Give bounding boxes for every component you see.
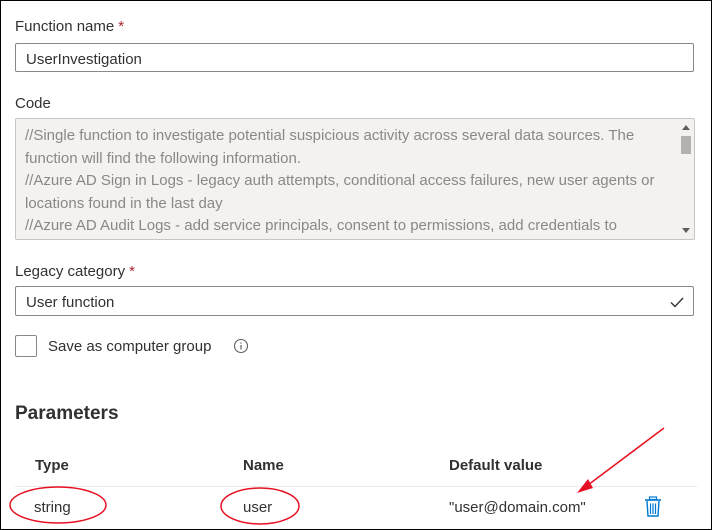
- delete-icon[interactable]: [643, 496, 663, 518]
- column-header-default-value: Default value: [449, 457, 543, 474]
- function-name-label-text: Function name: [15, 18, 115, 35]
- save-as-computer-group-label: Save as computer group: [48, 338, 212, 355]
- legacy-category-label-text: Legacy category: [15, 263, 126, 280]
- function-name-input[interactable]: UserInvestigation: [15, 43, 694, 72]
- scroll-down-icon[interactable]: [682, 228, 690, 233]
- scroll-up-icon[interactable]: [682, 125, 690, 130]
- legacy-category-select[interactable]: User function: [15, 286, 694, 316]
- param-type-cell[interactable]: string: [34, 499, 71, 516]
- column-header-name: Name: [243, 457, 284, 474]
- code-scrollbar[interactable]: [678, 119, 694, 239]
- legacy-category-value: User function: [26, 294, 115, 311]
- code-text: //Single function to investigate potenti…: [25, 127, 655, 234]
- parameters-title: Parameters: [15, 403, 119, 424]
- table-divider: [15, 486, 697, 487]
- code-label: Code: [15, 95, 51, 112]
- param-name-cell[interactable]: user: [243, 499, 272, 516]
- scroll-thumb[interactable]: [681, 136, 691, 154]
- function-form: Function name * UserInvestigation Code //…: [0, 0, 712, 530]
- checkmark-icon: [670, 297, 684, 308]
- function-name-label: Function name *: [15, 18, 124, 35]
- param-default-value-cell[interactable]: "user@domain.com": [449, 499, 586, 516]
- function-name-value: UserInvestigation: [26, 51, 142, 68]
- column-header-type: Type: [35, 457, 69, 474]
- required-mark: *: [129, 263, 135, 280]
- info-icon[interactable]: [233, 338, 249, 354]
- code-textarea[interactable]: //Single function to investigate potenti…: [15, 118, 695, 240]
- required-mark: *: [118, 18, 125, 35]
- legacy-category-label: Legacy category *: [15, 263, 135, 280]
- save-as-computer-group-checkbox[interactable]: [15, 335, 37, 357]
